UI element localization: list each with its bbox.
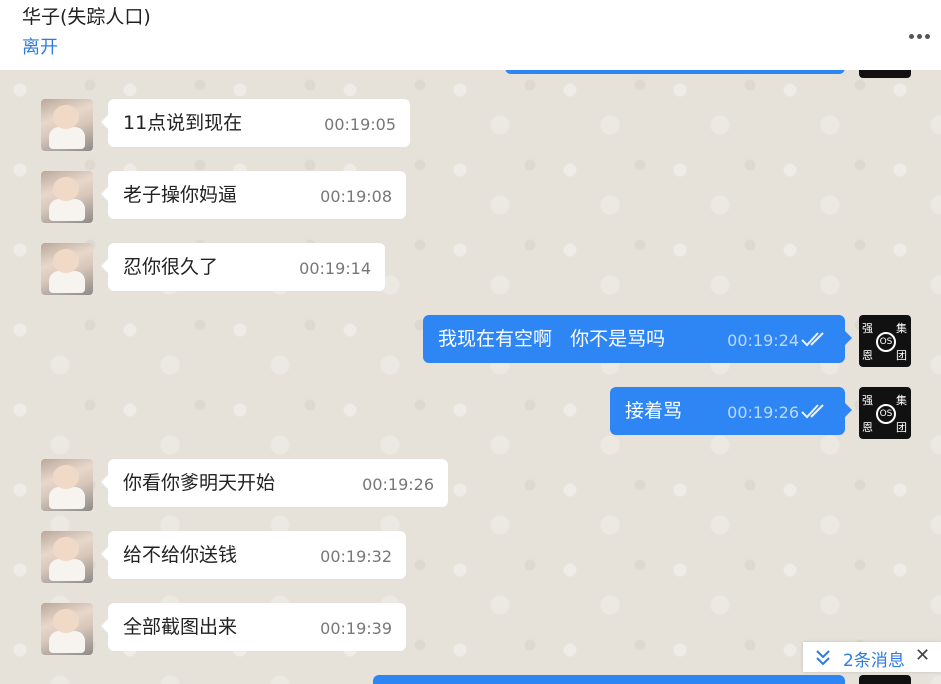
avatar-char: 恩 [862, 421, 873, 434]
message-time: 00:19:08 [320, 187, 392, 206]
message-row: 接着骂 00:19:26 强 集 恩 团 OS [0, 387, 941, 439]
outgoing-avatar[interactable] [859, 675, 911, 684]
close-icon[interactable]: ✕ [915, 645, 930, 666]
message-time: 00:19:14 [299, 259, 371, 278]
message-text: 老子操你妈逼 [123, 184, 238, 206]
outgoing-avatar[interactable]: 强 集 恩 团 OS [859, 387, 911, 439]
new-messages-pill[interactable]: 2条消息 ✕ [803, 642, 941, 672]
chat-area[interactable]: 11点说到现在 00:19:05 老子操你妈逼 00:19:08 忍你很久了 0… [0, 70, 941, 684]
avatar-char: 团 [896, 421, 907, 434]
message-bubble: 我现在有空啊 你不是骂吗 00:19:24 [423, 315, 852, 363]
avatar-char: 团 [896, 349, 907, 362]
outgoing-avatar[interactable] [859, 70, 911, 78]
contact-avatar[interactable] [41, 171, 93, 223]
new-messages-label[interactable]: 2条消息 [843, 646, 905, 671]
outgoing-avatar[interactable]: 强 集 恩 团 OS [859, 315, 911, 367]
message-bubble-partial [373, 675, 845, 684]
avatar-logo: OS [876, 404, 896, 424]
message-bubble: 全部截图出来 00:19:39 [101, 603, 406, 651]
contact-avatar[interactable] [41, 531, 93, 583]
message-bubble: 你看你爹明天开始 00:19:26 [101, 459, 448, 507]
contact-avatar[interactable] [41, 603, 93, 655]
message-bubble: 忍你很久了 00:19:14 [101, 243, 385, 291]
message-text: 接着骂 [625, 400, 683, 422]
message-row: 11点说到现在 00:19:05 [0, 99, 941, 151]
message-time: 00:19:32 [320, 547, 392, 566]
message-bubble: 11点说到现在 00:19:05 [101, 99, 410, 147]
avatar-char: 强 [862, 322, 873, 335]
message-time: 00:19:26 [362, 475, 434, 494]
avatar-char: 集 [896, 394, 907, 407]
chat-header: 华子(失踪人口) 离开 [0, 0, 941, 70]
message-time: 00:19:24 [727, 331, 799, 350]
message-row: 老子操你妈逼 00:19:08 [0, 171, 941, 223]
contact-avatar[interactable] [41, 459, 93, 511]
message-row: 全部截图出来 00:19:39 [0, 603, 941, 655]
message-text: 给不给你送钱 [123, 544, 238, 566]
message-bubble: 给不给你送钱 00:19:32 [101, 531, 406, 579]
double-check-icon [801, 404, 824, 419]
message-text: 忍你很久了 [123, 256, 219, 278]
message-bubble: 接着骂 00:19:26 [610, 387, 852, 435]
message-text: 你看你爹明天开始 [123, 472, 276, 494]
message-text: 全部截图出来 [123, 616, 238, 638]
message-text: 11点说到现在 [123, 112, 243, 134]
leave-link[interactable]: 离开 [22, 33, 58, 59]
avatar-char: 强 [862, 394, 873, 407]
message-time: 00:19:05 [324, 115, 396, 134]
avatar-char: 恩 [862, 349, 873, 362]
more-options-icon[interactable] [909, 24, 933, 39]
contact-avatar[interactable] [41, 99, 93, 151]
message-bubble: 老子操你妈逼 00:19:08 [101, 171, 406, 219]
message-row: 你看你爹明天开始 00:19:26 [0, 459, 941, 511]
message-row: 给不给你送钱 00:19:32 [0, 531, 941, 583]
avatar-char: 集 [896, 322, 907, 335]
contact-avatar[interactable] [41, 243, 93, 295]
message-text: 我现在有空啊 你不是骂吗 [438, 328, 666, 350]
message-time: 00:19:39 [320, 619, 392, 638]
message-row: 我现在有空啊 你不是骂吗 00:19:24 强 集 恩 团 OS [0, 315, 941, 367]
double-check-icon [801, 332, 824, 347]
message-row: 忍你很久了 00:19:14 [0, 243, 941, 295]
avatar-logo: OS [876, 332, 896, 352]
double-chevron-down-icon[interactable] [815, 648, 831, 666]
message-time: 00:19:26 [727, 403, 799, 422]
message-bubble-partial [505, 70, 845, 74]
chat-title: 华子(失踪人口) [22, 6, 151, 28]
